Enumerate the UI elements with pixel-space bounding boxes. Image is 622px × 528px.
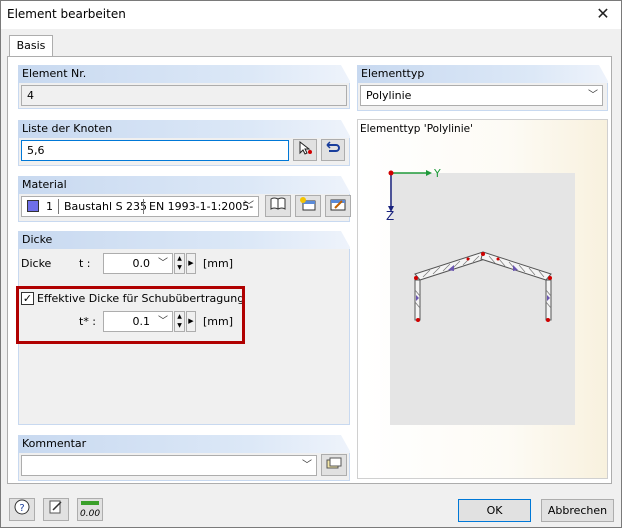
chevron-down-icon: ﹀ (244, 201, 254, 212)
dicke-spinner[interactable]: ▲ ▼ (174, 253, 185, 274)
kommentar-heading: Kommentar (18, 435, 351, 453)
svg-text:?: ? (19, 503, 24, 514)
chevron-down-icon: ﹀ (588, 90, 598, 101)
kommentar-group: ﹀ (18, 453, 350, 481)
element-nr-group: 4 (18, 83, 350, 109)
comment-library-icon (326, 457, 342, 469)
book-icon (270, 197, 286, 210)
edit-note-icon (49, 500, 62, 514)
axis-y-label: Y (433, 167, 441, 180)
new-material-icon (300, 197, 316, 211)
pick-nodes-button[interactable] (293, 139, 317, 161)
knoten-heading: Liste der Knoten (18, 120, 351, 138)
elementtyp-select[interactable]: Polylinie ﹀ (360, 85, 603, 106)
help-icon: ? (14, 499, 30, 515)
material-number: 1 (46, 200, 53, 213)
dicke-symbol: t : (79, 257, 91, 270)
dicke-heading: Dicke (18, 231, 351, 249)
help-button[interactable]: ? (9, 498, 35, 521)
knoten-input[interactable]: 5,6 (21, 140, 289, 161)
chevron-down-icon: ﹀ (302, 460, 312, 471)
highlight-box (16, 286, 245, 344)
title-bar: Element bearbeiten ✕ (1, 1, 621, 29)
edit-material-button[interactable] (325, 195, 351, 217)
material-norm: EN 1993-1-1:2005- (149, 200, 254, 213)
elementtyp-heading: Elementtyp (357, 65, 609, 83)
elementtyp-group: Polylinie ﹀ (357, 83, 608, 111)
reverse-nodes-button[interactable] (321, 139, 345, 161)
edit-material-icon (330, 199, 346, 211)
material-group: 1 Baustahl S 235 EN 1993-1-1:2005- ﹀ (18, 194, 351, 222)
window-title: Element bearbeiten (7, 7, 126, 21)
dicke-unit: [mm] (203, 257, 234, 270)
material-heading: Material (18, 176, 351, 194)
knoten-group: 5,6 (18, 138, 350, 166)
dicke-label: Dicke (21, 257, 52, 270)
comment-library-button[interactable] (321, 454, 347, 476)
frame-diagram: Y Z (386, 167, 552, 322)
tab-basis[interactable]: Basis (9, 35, 53, 57)
material-library-button[interactable] (265, 195, 291, 217)
kommentar-input[interactable]: ﹀ (21, 455, 317, 476)
dicke-input[interactable]: 0.0 ﹀ (103, 253, 173, 274)
close-icon[interactable]: ✕ (593, 4, 613, 24)
preview-panel: Elementtyp 'Polylinie' Y Z (357, 119, 608, 479)
dialog-window: Element bearbeiten ✕ Basis Element Nr. 4… (0, 0, 622, 528)
axis-z-label: Z (386, 209, 394, 223)
reverse-arrow-icon (326, 141, 340, 152)
dicke-arrow-button[interactable]: ▶ (186, 253, 196, 274)
new-material-button[interactable] (295, 195, 321, 217)
edit-button[interactable] (43, 498, 69, 521)
units-button[interactable]: 0.00 (77, 498, 103, 521)
ok-button[interactable]: OK (458, 499, 531, 522)
pick-cursor-icon (299, 140, 312, 155)
element-nr-field: 4 (21, 85, 347, 106)
material-name: Baustahl S 235 (64, 200, 148, 213)
element-nr-heading: Element Nr. (18, 65, 351, 83)
chevron-down-icon: ﹀ (158, 258, 168, 269)
units-label: 0.00 (80, 509, 101, 519)
cancel-button[interactable]: Abbrechen (541, 499, 614, 522)
material-color-swatch (27, 200, 39, 212)
material-select[interactable]: 1 Baustahl S 235 EN 1993-1-1:2005- ﹀ (21, 196, 259, 217)
